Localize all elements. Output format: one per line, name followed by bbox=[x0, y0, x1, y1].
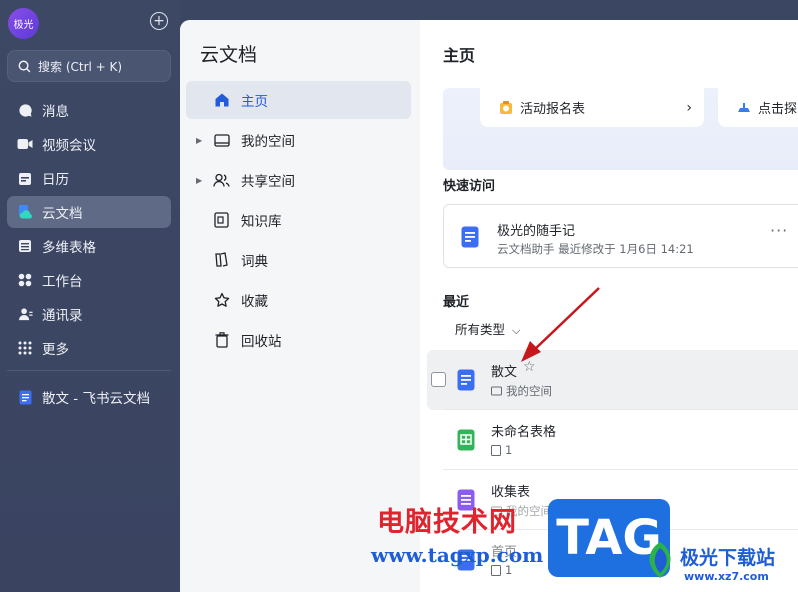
nav-label: 日历 bbox=[42, 172, 69, 188]
folder-icon bbox=[213, 133, 230, 147]
search-placeholder: 搜索 (Ctrl + K) bbox=[38, 59, 123, 74]
watermark-site-name: 极光下载站 bbox=[680, 547, 776, 569]
nav-label: 云文档 bbox=[42, 206, 83, 222]
video-icon bbox=[17, 139, 33, 149]
nav-label: 视频会议 bbox=[42, 138, 96, 154]
contacts-icon bbox=[18, 307, 33, 320]
row-name: 收集表 bbox=[491, 485, 531, 500]
explore-icon bbox=[738, 102, 750, 112]
nav-item-messages[interactable]: 消息 bbox=[7, 94, 171, 126]
nav-item-bitable[interactable]: 多维表格 bbox=[7, 230, 171, 262]
add-icon[interactable]: + bbox=[150, 12, 168, 30]
nav-label: 消息 bbox=[42, 104, 69, 120]
docs-title: 云文档 bbox=[200, 44, 258, 66]
expand-arrow-icon[interactable]: ▶ bbox=[196, 176, 202, 185]
message-icon bbox=[18, 103, 32, 117]
doc-icon bbox=[457, 369, 475, 391]
quick-access-name: 极光的随手记 bbox=[497, 224, 576, 239]
more-options-icon[interactable]: ··· bbox=[770, 221, 788, 240]
wiki-icon bbox=[214, 212, 229, 228]
row-name: 未命名表格 bbox=[491, 425, 557, 440]
chevron-down-icon: ⌵ bbox=[512, 324, 521, 337]
folder-icon bbox=[491, 386, 502, 396]
side-label: 回收站 bbox=[241, 334, 282, 350]
row-location-text: 1 bbox=[505, 443, 513, 457]
watermark-site-url: www.xz7.com bbox=[684, 570, 769, 583]
workbench-icon bbox=[18, 273, 32, 287]
card-label: 点击探 bbox=[758, 102, 798, 117]
nav-item-video[interactable]: 视频会议 bbox=[7, 128, 171, 160]
watermark-red-text: 电脑技术网 bbox=[377, 507, 517, 538]
recent-heading: 最近 bbox=[443, 295, 470, 310]
template-card-explore[interactable]: 点击探 bbox=[718, 88, 798, 127]
sheet-icon bbox=[457, 429, 475, 451]
side-item-home[interactable]: 主页 bbox=[186, 81, 411, 119]
row-name: 散文 bbox=[491, 365, 518, 380]
recent-row[interactable]: 未命名表格 1 bbox=[427, 410, 798, 470]
nav-label: 工作台 bbox=[42, 274, 83, 290]
calendar-icon bbox=[19, 172, 31, 185]
search-icon bbox=[18, 60, 31, 72]
expand-arrow-icon[interactable]: ▶ bbox=[196, 136, 202, 145]
side-label: 共享空间 bbox=[241, 174, 295, 190]
page-title: 主页 bbox=[443, 46, 476, 65]
nav-item-calendar[interactable]: 日历 bbox=[7, 162, 171, 194]
quick-access-meta: 云文档助手 最近修改于 1月6日 14:21 bbox=[497, 242, 694, 256]
nav-label: 通讯录 bbox=[42, 308, 83, 324]
nav-label: 更多 bbox=[42, 342, 69, 358]
quick-access-heading: 快速访问 bbox=[443, 179, 496, 194]
row-location: 1 bbox=[491, 443, 512, 457]
side-item-wiki[interactable]: 知识库 bbox=[186, 201, 411, 239]
side-item-my-space[interactable]: ▶ 我的空间 bbox=[186, 121, 411, 159]
signup-form-icon bbox=[500, 100, 512, 114]
nav-item-contacts[interactable]: 通讯录 bbox=[7, 298, 171, 330]
watermark-site-logo bbox=[649, 542, 671, 578]
card-label: 活动报名表 bbox=[520, 102, 586, 117]
side-item-favorites[interactable]: 收藏 bbox=[186, 281, 411, 319]
nav-item-cloud-docs[interactable]: 云文档 bbox=[7, 196, 171, 228]
more-grid-icon bbox=[18, 341, 32, 355]
recent-row[interactable]: 散文 ☆ 我的空间 bbox=[427, 350, 798, 410]
nav-divider bbox=[7, 370, 171, 371]
nav-item-workbench[interactable]: 工作台 bbox=[7, 264, 171, 296]
side-item-trash[interactable]: 回收站 bbox=[186, 321, 411, 359]
user-avatar[interactable]: 极光 bbox=[8, 8, 39, 39]
quick-access-card[interactable]: 极光的随手记 云文档助手 最近修改于 1月6日 14:21 ··· bbox=[443, 204, 798, 268]
side-item-dictionary[interactable]: 词典 bbox=[186, 241, 411, 279]
cloud-doc-icon bbox=[19, 205, 32, 219]
shared-users-icon bbox=[213, 173, 230, 187]
side-label: 知识库 bbox=[241, 214, 282, 230]
nav-label: 多维表格 bbox=[42, 240, 96, 256]
nav-list: 消息 视频会议 日历 云文档 多维表格 工作台 通讯录 更多 bbox=[7, 94, 171, 366]
docs-side-list: 主页 ▶ 我的空间 ▶ 共享空间 知识库 词典 收藏 回收站 bbox=[186, 81, 411, 361]
filter-label: 所有类型 bbox=[455, 322, 506, 337]
doc-icon bbox=[19, 390, 31, 404]
side-label: 收藏 bbox=[241, 294, 268, 310]
side-label: 我的空间 bbox=[241, 134, 295, 150]
row-location: 我的空间 bbox=[491, 383, 552, 399]
row-location-text: 我的空间 bbox=[506, 384, 552, 398]
star-icon[interactable]: ☆ bbox=[523, 359, 536, 375]
row-checkbox[interactable] bbox=[431, 372, 446, 387]
star-icon bbox=[214, 292, 229, 307]
trash-icon bbox=[215, 332, 228, 348]
chevron-right-icon: › bbox=[686, 99, 692, 116]
table-icon bbox=[19, 240, 31, 252]
search-input[interactable]: 搜索 (Ctrl + K) bbox=[7, 50, 171, 82]
watermark-url: www.tagxp.com bbox=[371, 543, 544, 567]
type-filter-dropdown[interactable]: 所有类型 ⌵ bbox=[455, 319, 520, 338]
side-label: 主页 bbox=[241, 94, 268, 110]
side-item-shared-space[interactable]: ▶ 共享空间 bbox=[186, 161, 411, 199]
nav-item-more[interactable]: 更多 bbox=[7, 332, 171, 364]
dictionary-icon bbox=[215, 252, 228, 267]
doc-icon bbox=[461, 226, 479, 248]
template-card-signup[interactable]: 活动报名表 › bbox=[480, 88, 704, 127]
side-label: 词典 bbox=[241, 254, 268, 270]
home-icon bbox=[215, 93, 228, 107]
nav-open-doc-label: 散文 - 飞书云文档 bbox=[42, 391, 150, 407]
wiki-icon bbox=[491, 444, 501, 456]
nav-open-doc[interactable]: 散文 - 飞书云文档 bbox=[7, 381, 177, 413]
app-nav: 极光 + 搜索 (Ctrl + K) 消息 视频会议 日历 云文档 多维表格 工… bbox=[0, 0, 180, 592]
